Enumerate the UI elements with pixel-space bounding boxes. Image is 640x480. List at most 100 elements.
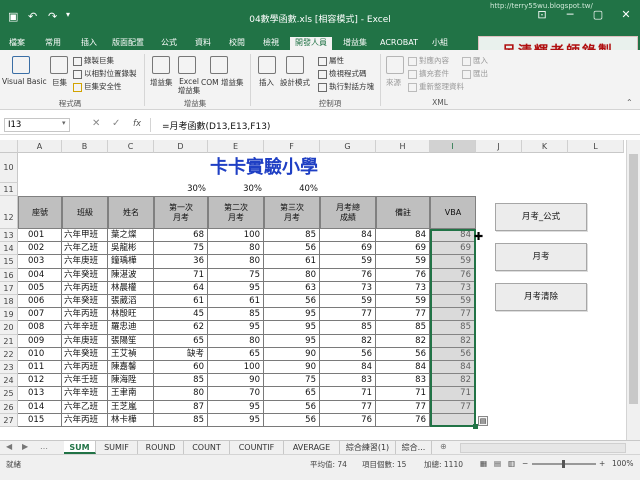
relative-ref-button[interactable]: 以相對位置錄製 <box>73 68 137 79</box>
excel-addins-icon[interactable] <box>178 56 196 74</box>
add-sheet-icon[interactable]: ⊕ <box>440 442 447 451</box>
table-cell-m2[interactable]: 70 <box>208 387 264 401</box>
table-cell-id[interactable]: 014 <box>18 400 62 414</box>
column-header[interactable]: C <box>108 140 154 153</box>
table-cell-vba[interactable]: 84 <box>430 229 476 243</box>
table-cell-m2[interactable]: 75 <box>208 268 264 282</box>
tab-more-icon[interactable]: … <box>40 442 48 451</box>
fx-icon[interactable]: fx <box>133 119 141 129</box>
table-cell-total[interactable]: 76 <box>320 413 376 427</box>
table-cell-m3[interactable]: 56 <box>264 242 320 256</box>
column-header[interactable]: G <box>320 140 376 153</box>
view-code-button[interactable]: 檢視程式碼 <box>318 68 367 79</box>
xml-source-button[interactable]: 來源 <box>386 77 401 88</box>
table-cell-total[interactable]: 59 <box>320 295 376 309</box>
com-addins-button[interactable]: COM 增益集 <box>201 77 244 88</box>
row-header[interactable]: 16 <box>0 268 18 282</box>
table-cell-total[interactable]: 73 <box>320 281 376 295</box>
table-cell-note[interactable]: 77 <box>376 400 430 414</box>
table-cell-m3[interactable]: 90 <box>264 347 320 361</box>
table-cell-m3[interactable]: 56 <box>264 413 320 427</box>
table-cell-vba[interactable]: 73 <box>430 281 476 295</box>
table-cell-m1[interactable]: 60 <box>154 361 208 375</box>
table-cell-note[interactable]: 85 <box>376 321 430 335</box>
table-cell-id[interactable]: 005 <box>18 281 62 295</box>
table-cell-m1[interactable]: 85 <box>154 413 208 427</box>
insert-control-icon[interactable] <box>258 56 276 74</box>
table-cell-vba[interactable]: 82 <box>430 374 476 388</box>
table-cell-total[interactable]: 77 <box>320 400 376 414</box>
table-cell-class[interactable]: 六年癸班 <box>62 295 108 309</box>
zoom-out-icon[interactable]: − <box>522 459 528 468</box>
table-cell-m1[interactable]: 36 <box>154 255 208 269</box>
table-cell-id[interactable]: 010 <box>18 347 62 361</box>
macros-button[interactable]: 巨集 <box>52 77 67 88</box>
table-cell-m2[interactable]: 100 <box>208 229 264 243</box>
table-cell-vba[interactable]: 77 <box>430 400 476 414</box>
tab-formulas[interactable]: 公式 <box>154 37 184 50</box>
row-header[interactable]: 14 <box>0 242 18 256</box>
cancel-icon[interactable]: ✕ <box>92 118 100 129</box>
table-cell-id[interactable]: 001 <box>18 229 62 243</box>
table-cell-name[interactable]: 吳龍彬 <box>108 242 154 256</box>
table-cell-class[interactable]: 六年乙班 <box>62 242 108 256</box>
select-all-corner[interactable] <box>0 140 18 153</box>
table-cell-note[interactable]: 73 <box>376 281 430 295</box>
excel-addins-button[interactable]: Excel 增益集 <box>175 77 203 95</box>
table-cell-id[interactable]: 003 <box>18 255 62 269</box>
table-cell-note[interactable]: 76 <box>376 268 430 282</box>
table-cell-name[interactable]: 王芝嵐 <box>108 400 154 414</box>
table-cell-class[interactable]: 六年丙班 <box>62 361 108 375</box>
formula-input[interactable]: =月考函數(D13,E13,F13) <box>162 119 270 132</box>
row-header[interactable]: 12 <box>0 196 18 229</box>
table-cell-note[interactable]: 77 <box>376 308 430 322</box>
sheet-tab-sumif[interactable]: SUMIF <box>96 441 138 454</box>
table-cell-m2[interactable]: 95 <box>208 413 264 427</box>
table-cell-name[interactable]: 林殷旺 <box>108 308 154 322</box>
expansion-packs-button[interactable]: 擴充套件 <box>408 68 449 79</box>
tab-team[interactable]: 小組 <box>426 37 454 50</box>
table-cell-class[interactable]: 六年庚班 <box>62 255 108 269</box>
addins-button[interactable]: 增益集 <box>150 77 173 88</box>
sheet-tab-round[interactable]: ROUND <box>138 441 184 454</box>
row-header[interactable]: 25 <box>0 387 18 401</box>
design-mode-icon[interactable] <box>286 56 304 74</box>
table-cell-vba[interactable]: 59 <box>430 295 476 309</box>
table-cell-vba[interactable]: 71 <box>430 387 476 401</box>
tab-home[interactable]: 常用 <box>38 37 68 50</box>
table-cell-m1[interactable]: 64 <box>154 281 208 295</box>
table-cell-class[interactable]: 六年甲班 <box>62 229 108 243</box>
insert-control-button[interactable]: 插入 <box>259 77 274 88</box>
table-cell-id[interactable]: 002 <box>18 242 62 256</box>
table-cell-note[interactable]: 69 <box>376 242 430 256</box>
tab-next-icon[interactable]: ▶ <box>22 442 28 451</box>
table-cell-m3[interactable]: 95 <box>264 321 320 335</box>
table-cell-total[interactable]: 77 <box>320 308 376 322</box>
tab-prev-icon[interactable]: ◀ <box>6 442 12 451</box>
visual-basic-icon[interactable] <box>12 56 30 74</box>
zoom-slider-thumb[interactable] <box>562 460 565 468</box>
tab-file[interactable]: 檔案 <box>2 37 32 50</box>
table-cell-class[interactable]: 六年壬班 <box>62 374 108 388</box>
table-cell-m1[interactable]: 缺考 <box>154 347 208 361</box>
refresh-data-button[interactable]: 重新整理資料 <box>408 81 464 92</box>
page-break-view-icon[interactable]: ▥ <box>508 459 515 468</box>
column-header[interactable]: A <box>18 140 62 153</box>
table-cell-m2[interactable]: 100 <box>208 361 264 375</box>
addins-icon[interactable] <box>152 56 170 74</box>
design-mode-button[interactable]: 設計模式 <box>280 77 310 88</box>
table-cell-vba[interactable]: 85 <box>430 321 476 335</box>
table-cell-m1[interactable]: 71 <box>154 268 208 282</box>
row-header[interactable]: 20 <box>0 321 18 335</box>
close-icon[interactable]: ✕ <box>612 8 640 21</box>
table-cell-m3[interactable]: 90 <box>264 361 320 375</box>
table-cell-note[interactable]: 76 <box>376 413 430 427</box>
table-cell-m3[interactable]: 95 <box>264 308 320 322</box>
table-cell-m1[interactable]: 85 <box>154 374 208 388</box>
sheet-tab-practice-1[interactable]: 綜合練習(1) <box>340 441 396 454</box>
table-cell-vba[interactable]: 77 <box>430 308 476 322</box>
table-cell-class[interactable]: 六年丙班 <box>62 413 108 427</box>
table-cell-id[interactable]: 008 <box>18 321 62 335</box>
collapse-ribbon-icon[interactable]: ⌃ <box>626 98 633 107</box>
row-header[interactable]: 11 <box>0 183 18 196</box>
